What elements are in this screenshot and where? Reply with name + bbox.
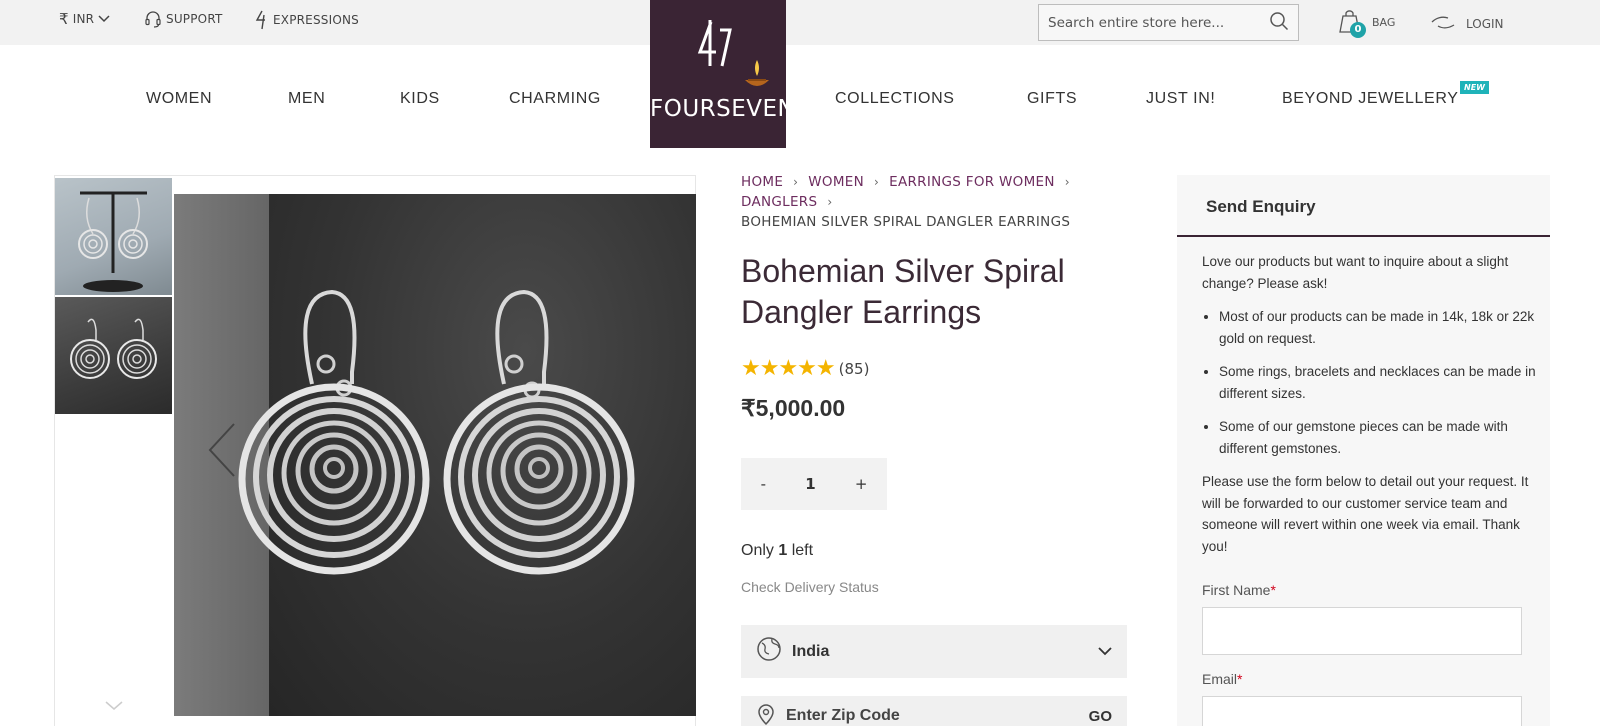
enquiry-text: Love our products but want to inquire ab… bbox=[1202, 251, 1537, 569]
email-field[interactable] bbox=[1202, 696, 1522, 726]
email-label: Email* bbox=[1202, 671, 1242, 687]
search-box bbox=[1038, 4, 1299, 41]
breadcrumb: HOME › WOMEN › EARRINGS FOR WOMEN › DANGLERS ›… bbox=[741, 172, 1141, 232]
bag-count-badge: 0 bbox=[1350, 22, 1366, 38]
nav-collections[interactable]: COLLECTIONS bbox=[835, 90, 955, 108]
stock-count: 1 bbox=[778, 542, 788, 559]
zip-code-row: GO bbox=[741, 696, 1127, 726]
chevron-down-icon bbox=[98, 15, 110, 23]
search-input[interactable] bbox=[1048, 14, 1269, 31]
enquiry-point: Some of our gemstone pieces can be made … bbox=[1219, 416, 1537, 459]
expressions-link[interactable]: EXPRESSIONS bbox=[255, 10, 359, 30]
breadcrumb-home[interactable]: HOME bbox=[741, 174, 783, 190]
logo-mark-icon bbox=[697, 20, 769, 86]
chevron-right-icon: › bbox=[1064, 175, 1070, 189]
nav-gifts[interactable]: GIFTS bbox=[1027, 90, 1077, 108]
quantity-decrease-button[interactable]: - bbox=[761, 475, 766, 493]
search-icon[interactable] bbox=[1269, 11, 1289, 35]
logo-text: FOURSEVEN bbox=[650, 96, 796, 122]
enquiry-title: Send Enquiry bbox=[1177, 175, 1550, 237]
breadcrumb-earrings[interactable]: EARRINGS FOR WOMEN bbox=[889, 174, 1055, 190]
chevron-down-icon[interactable] bbox=[105, 696, 123, 715]
stock-prefix: Only bbox=[741, 542, 779, 559]
country-value: India bbox=[792, 642, 830, 660]
chevron-right-icon: › bbox=[874, 175, 880, 189]
quantity-value[interactable]: 1 bbox=[805, 475, 815, 493]
fourseven-mark-icon bbox=[255, 10, 269, 30]
nav-men[interactable]: MEN bbox=[288, 90, 325, 108]
zip-go-button[interactable]: GO bbox=[1089, 708, 1112, 725]
chevron-left-icon[interactable] bbox=[207, 422, 237, 482]
rating-count: (85) bbox=[838, 359, 870, 378]
product-gallery bbox=[54, 175, 696, 726]
first-name-label: First Name* bbox=[1202, 582, 1276, 598]
bag-button[interactable]: 0 BAG bbox=[1335, 7, 1395, 39]
enquiry-outro: Please use the form below to detail out … bbox=[1202, 474, 1529, 554]
currency-label: INR bbox=[72, 12, 95, 26]
breadcrumb-women[interactable]: WOMEN bbox=[808, 174, 864, 190]
required-mark: * bbox=[1270, 582, 1276, 598]
rupee-icon: ₹ bbox=[59, 10, 69, 28]
nav-women[interactable]: WOMEN bbox=[146, 90, 212, 108]
star-rating-icon: ★★★★★ bbox=[741, 356, 836, 381]
zip-code-input[interactable] bbox=[786, 707, 1089, 725]
bag-label: BAG bbox=[1372, 16, 1396, 29]
earrings-on-stand-image bbox=[78, 191, 148, 292]
nav-kids[interactable]: KIDS bbox=[400, 90, 440, 108]
enquiry-point: Most of our products can be made in 14k,… bbox=[1219, 306, 1537, 349]
first-name-field[interactable] bbox=[1202, 607, 1522, 655]
earrings-flat-image bbox=[70, 318, 157, 379]
nav-charming[interactable]: CHARMING bbox=[509, 90, 601, 108]
chevron-down-icon bbox=[1098, 643, 1112, 661]
nav-beyond-jewellery[interactable]: BEYOND JEWELLERY bbox=[1282, 90, 1458, 108]
user-icon bbox=[1430, 13, 1456, 34]
nav-just-in[interactable]: JUST IN! bbox=[1146, 90, 1215, 108]
support-label: SUPPORT bbox=[166, 12, 223, 26]
globe-icon bbox=[756, 636, 782, 667]
enquiry-intro: Love our products but want to inquire ab… bbox=[1202, 254, 1509, 291]
enquiry-points: Most of our products can be made in 14k,… bbox=[1219, 306, 1537, 459]
stock-status: Only 1 left bbox=[741, 542, 813, 560]
currency-selector[interactable]: ₹ INR bbox=[59, 10, 110, 28]
gallery-thumbnail-1[interactable] bbox=[55, 178, 172, 295]
required-mark: * bbox=[1237, 671, 1243, 687]
send-enquiry-panel: Send Enquiry Love our products but want … bbox=[1177, 175, 1550, 726]
chevron-right-icon: › bbox=[827, 195, 833, 209]
login-label: LOGIN bbox=[1466, 16, 1504, 31]
fourseven-logo[interactable]: FOURSEVEN bbox=[650, 0, 796, 148]
product-price: ₹5,000.00 bbox=[741, 395, 846, 421]
product-rating[interactable]: ★★★★★ (85) bbox=[741, 356, 869, 381]
breadcrumb-danglers[interactable]: DANGLERS bbox=[741, 194, 817, 210]
support-link[interactable]: SUPPORT bbox=[144, 10, 223, 28]
headset-icon bbox=[144, 10, 162, 28]
email-label-text: Email bbox=[1202, 671, 1238, 687]
gallery-thumbnail-2[interactable] bbox=[55, 297, 172, 414]
expressions-label: EXPRESSIONS bbox=[273, 13, 359, 27]
top-utility-bar: ₹ INR SUPPORT EXPRESSIONS 0 BAG LOGI bbox=[0, 0, 1600, 45]
first-name-label-text: First Name bbox=[1202, 582, 1271, 598]
new-badge: NEW bbox=[1460, 81, 1489, 94]
country-select[interactable]: India bbox=[741, 625, 1127, 678]
check-delivery-label: Check Delivery Status bbox=[741, 579, 879, 595]
product-title: Bohemian Silver Spiral Dangler Earrings bbox=[741, 253, 1065, 330]
location-pin-icon bbox=[756, 702, 776, 726]
breadcrumb-current: BOHEMIAN SILVER SPIRAL DANGLER EARRINGS bbox=[741, 214, 1071, 230]
login-link[interactable]: LOGIN bbox=[1430, 13, 1504, 34]
quantity-stepper: - 1 + bbox=[741, 458, 887, 510]
quantity-increase-button[interactable]: + bbox=[855, 475, 868, 493]
enquiry-point: Some rings, bracelets and necklaces can … bbox=[1219, 361, 1537, 404]
main-product-image[interactable] bbox=[174, 194, 696, 716]
stock-suffix: left bbox=[787, 542, 814, 559]
spiral-earrings-image bbox=[238, 289, 635, 575]
chevron-right-icon: › bbox=[793, 175, 799, 189]
